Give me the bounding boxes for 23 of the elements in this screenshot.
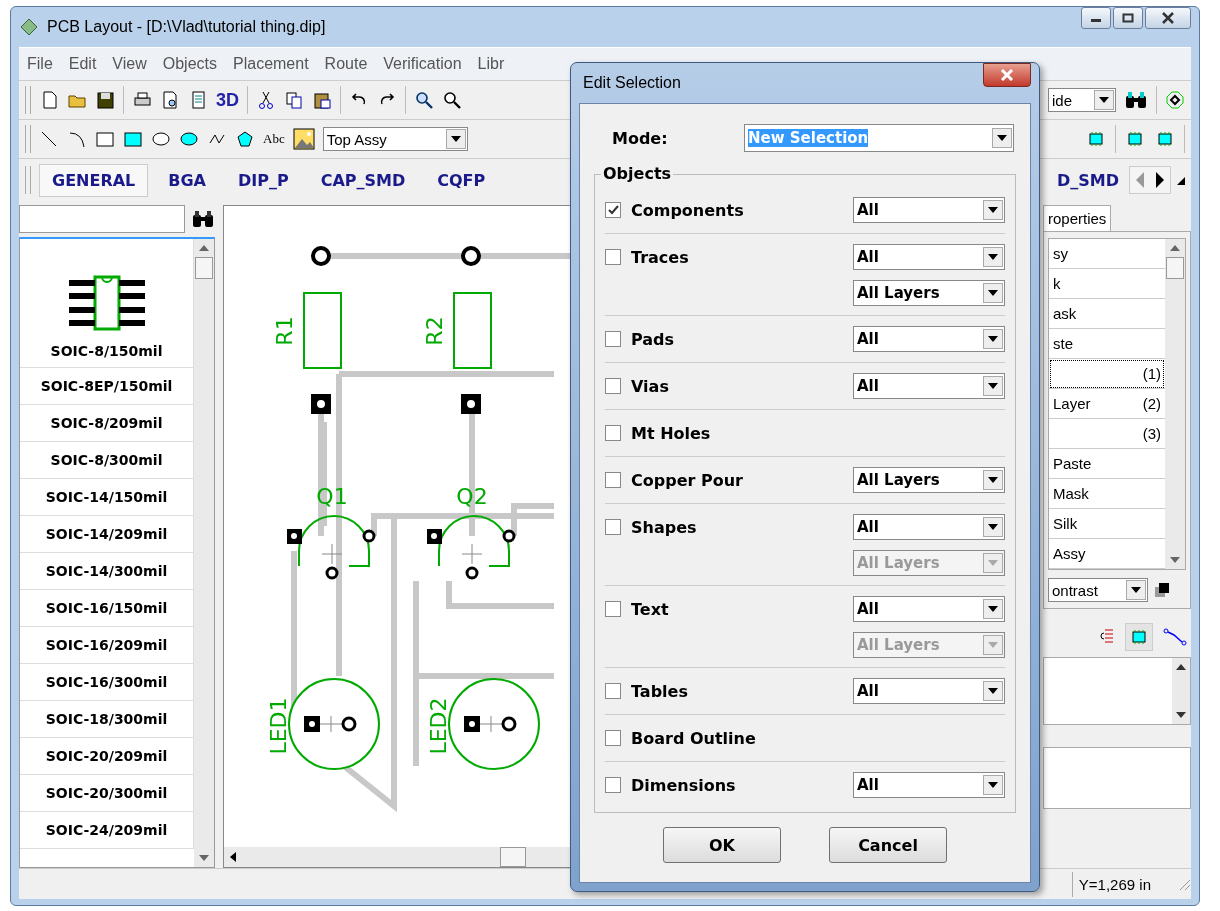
layer-name: ask <box>1053 305 1077 322</box>
mode-label: Mode: <box>611 128 669 148</box>
dialog-title: Edit Selection <box>583 74 681 92</box>
component-label: Q1 <box>316 484 348 509</box>
window-title: PCB Layout - [D:\Vlad\tutorial thing.dip] <box>47 18 326 36</box>
component-label: R1 <box>272 316 297 346</box>
layer-name: sy <box>1053 245 1068 262</box>
coordinate-readout: Y=1,269 in <box>1071 871 1171 897</box>
layer-name: Assy <box>1053 545 1086 562</box>
layer-number: (2) <box>1142 395 1161 412</box>
layer-name: ste <box>1053 335 1073 352</box>
layer-name: k <box>1053 275 1061 292</box>
layer-name: Paste <box>1053 455 1092 472</box>
component-label: LED1 <box>266 697 291 755</box>
component-label: R2 <box>422 316 447 346</box>
group-title: Objects <box>601 164 674 183</box>
layer-name: Mask <box>1053 485 1089 502</box>
component-label: LED2 <box>426 697 451 755</box>
component-label: Q2 <box>456 484 488 509</box>
layer-number: (1) <box>1142 365 1161 382</box>
layer-name: Silk <box>1053 515 1078 532</box>
layer-number: (3) <box>1142 425 1161 442</box>
layer-name: Layer <box>1053 395 1091 412</box>
